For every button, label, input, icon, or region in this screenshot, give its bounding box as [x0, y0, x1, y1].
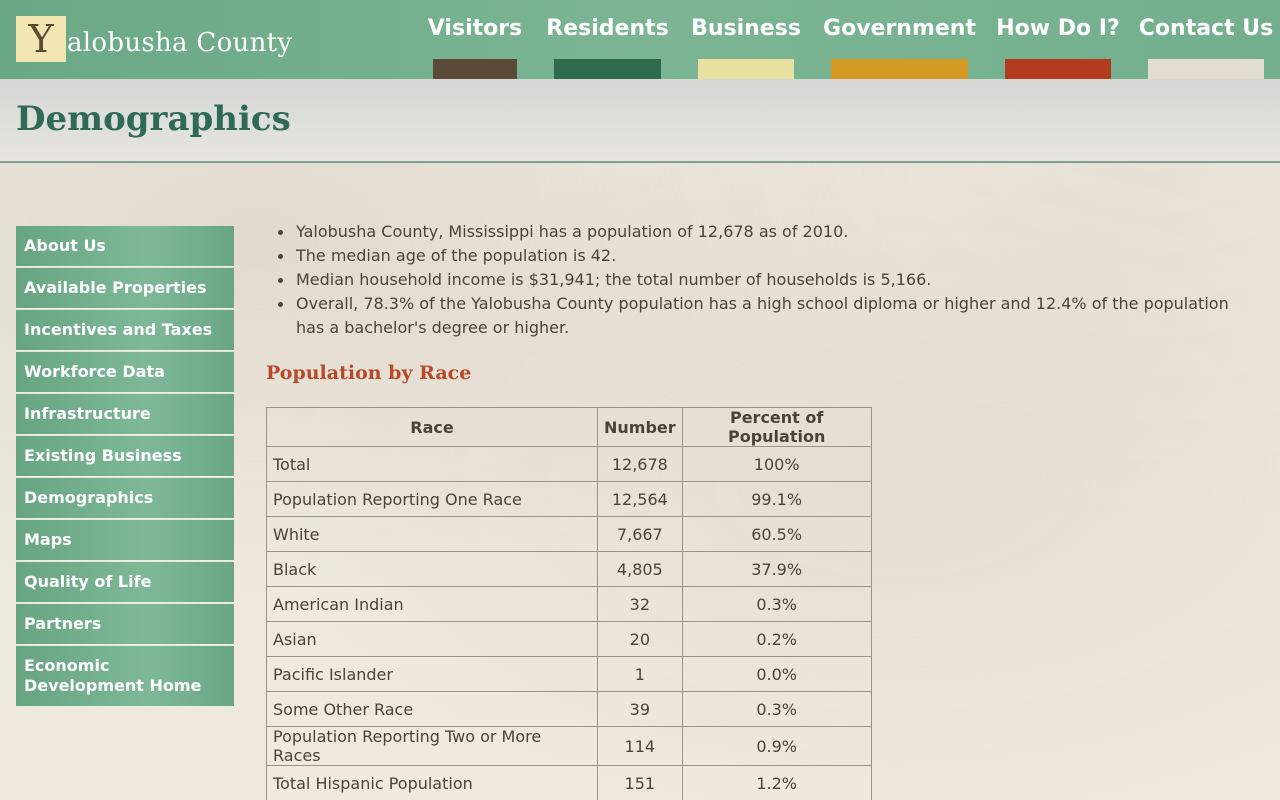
cell-race: Total — [266, 446, 598, 482]
cell-race: Total Hispanic Population — [266, 765, 598, 800]
column-header-number: Number — [597, 407, 683, 447]
cell-number: 1 — [597, 656, 683, 692]
cell-race: Black — [266, 551, 598, 587]
cell-number: 151 — [597, 765, 683, 800]
cell-percent: 0.0% — [681, 656, 872, 692]
table-row: Pacific Islander 1 0.0% — [266, 656, 872, 692]
nav-how-do-i[interactable]: How Do I? — [996, 0, 1120, 79]
column-header-percent: Percent of Population — [681, 407, 872, 447]
site-header: Y alobusha County Visitors Residents Bus… — [0, 0, 1280, 79]
table-row: Some Other Race 39 0.3% — [266, 691, 872, 727]
cell-number: 20 — [597, 621, 683, 657]
cell-race: Asian — [266, 621, 598, 657]
table-row: American Indian 32 0.3% — [266, 586, 872, 622]
table-row: Black 4,805 37.9% — [266, 551, 872, 587]
list-item: The median age of the population is 42. — [266, 244, 1256, 268]
cell-percent: 0.3% — [681, 586, 872, 622]
table-row: Total 12,678 100% — [266, 446, 872, 482]
cell-percent: 37.9% — [681, 551, 872, 587]
table-row: Population Reporting One Race 12,564 99.… — [266, 481, 872, 517]
cell-percent: 0.3% — [681, 691, 872, 727]
sidebar-item-existing-business[interactable]: Existing Business — [16, 436, 234, 477]
list-item: Overall, 78.3% of the Yalobusha County p… — [266, 292, 1256, 340]
site-logo[interactable]: Y alobusha County — [16, 16, 292, 62]
sidebar-item-demographics[interactable]: Demographics — [16, 478, 234, 519]
cell-percent: 99.1% — [681, 481, 872, 517]
nav-label: Contact Us — [1138, 16, 1274, 41]
nav-label: Government — [823, 16, 976, 41]
table-header-row: Race Number Percent of Population — [266, 407, 872, 447]
sidebar-item-workforce-data[interactable]: Workforce Data — [16, 352, 234, 393]
logo-letter-box: Y — [16, 16, 66, 62]
nav-color-bar — [1148, 59, 1264, 79]
nav-residents[interactable]: Residents — [546, 0, 669, 79]
nav-visitors[interactable]: Visitors — [428, 0, 522, 79]
logo-text: alobusha County — [67, 28, 293, 58]
sidebar-item-maps[interactable]: Maps — [16, 520, 234, 561]
sidebar-item-about-us[interactable]: About Us — [16, 226, 234, 267]
nav-label: Visitors — [427, 16, 523, 41]
cell-race: American Indian — [266, 586, 598, 622]
column-header-race: Race — [266, 407, 598, 447]
nav-business[interactable]: Business — [691, 0, 801, 79]
nav-label: Residents — [546, 16, 669, 41]
sidebar-nav: About Us Available Properties Incentives… — [16, 226, 234, 708]
section-heading: Population by Race — [266, 362, 472, 384]
main-content: Yalobusha County, Mississippi has a popu… — [266, 220, 1256, 800]
cell-number: 4,805 — [597, 551, 683, 587]
table-row: Asian 20 0.2% — [266, 621, 872, 657]
table-row: White 7,667 60.5% — [266, 516, 872, 552]
facts-list: Yalobusha County, Mississippi has a popu… — [266, 220, 1256, 340]
nav-color-bar — [1005, 59, 1111, 79]
cell-race: Population Reporting Two or More Races — [266, 726, 598, 766]
cell-number: 114 — [597, 726, 683, 766]
cell-percent: 1.2% — [681, 765, 872, 800]
nav-label: How Do I? — [996, 16, 1120, 41]
page-title: Demographics — [16, 99, 291, 139]
cell-number: 32 — [597, 586, 683, 622]
cell-number: 12,678 — [597, 446, 683, 482]
cell-number: 39 — [597, 691, 683, 727]
nav-color-bar — [831, 59, 968, 79]
cell-number: 12,564 — [597, 481, 683, 517]
cell-percent: 0.9% — [681, 726, 872, 766]
cell-percent: 100% — [681, 446, 872, 482]
sidebar-item-quality-of-life[interactable]: Quality of Life — [16, 562, 234, 603]
nav-label: Business — [691, 16, 801, 41]
nav-government[interactable]: Government — [823, 0, 976, 79]
cell-race: Population Reporting One Race — [266, 481, 598, 517]
sidebar-item-incentives-and-taxes[interactable]: Incentives and Taxes — [16, 310, 234, 351]
page-title-band: Demographics — [0, 79, 1280, 163]
cell-percent: 60.5% — [681, 516, 872, 552]
nav-color-bar — [698, 59, 794, 79]
sidebar-item-partners[interactable]: Partners — [16, 604, 234, 645]
list-item: Median household income is $31,941; the … — [266, 268, 1256, 292]
list-item: Yalobusha County, Mississippi has a popu… — [266, 220, 1256, 244]
sidebar-item-infrastructure[interactable]: Infrastructure — [16, 394, 234, 435]
cell-race: Pacific Islander — [266, 656, 598, 692]
table-row: Total Hispanic Population 151 1.2% — [266, 765, 872, 800]
cell-percent: 0.2% — [681, 621, 872, 657]
table-row: Population Reporting Two or More Races 1… — [266, 726, 872, 766]
sidebar-item-economic-development-home[interactable]: Economic Development Home — [16, 646, 234, 707]
nav-contact-us[interactable]: Contact Us — [1139, 0, 1273, 79]
sidebar-item-available-properties[interactable]: Available Properties — [16, 268, 234, 309]
cell-number: 7,667 — [597, 516, 683, 552]
population-by-race-table: Race Number Percent of Population Total … — [266, 407, 872, 800]
cell-race: Some Other Race — [266, 691, 598, 727]
nav-color-bar — [554, 59, 661, 79]
cell-race: White — [266, 516, 598, 552]
nav-color-bar — [433, 59, 517, 79]
